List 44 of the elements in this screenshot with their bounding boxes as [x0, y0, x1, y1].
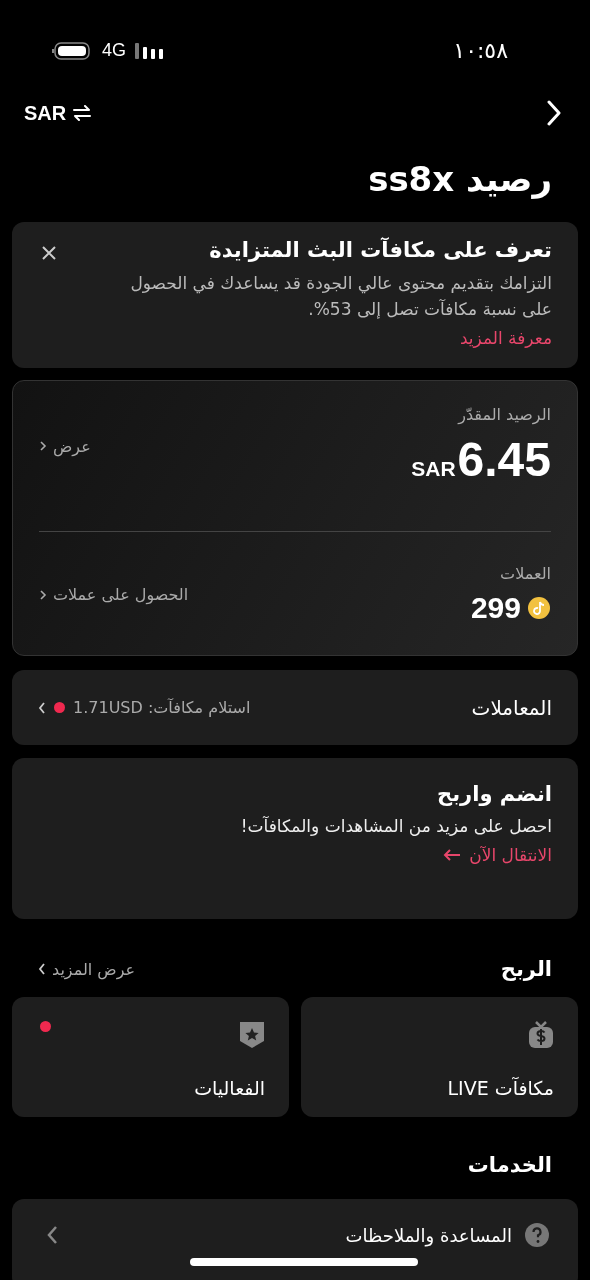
earnings-tile[interactable]: مكافآت LIVE — [301, 997, 578, 1118]
service-row[interactable]: المساعدة والملاحظات — [12, 1199, 578, 1280]
service-label: المساعدة والملاحظات — [345, 1225, 512, 1246]
coins-label: العملات — [499, 564, 551, 584]
battery-icon — [52, 41, 92, 60]
chevron-icon — [39, 440, 47, 453]
network-label: 4G — [102, 40, 126, 61]
go-now-link[interactable]: الانتقال الآن — [443, 845, 552, 866]
tile-label: الفعاليات — [193, 1077, 265, 1100]
money-bag-icon — [528, 1021, 554, 1050]
currency-label: SAR — [411, 457, 456, 482]
coins-amount: 299 — [470, 591, 521, 626]
see-more-link[interactable]: عرض المزيد — [38, 960, 136, 979]
transactions-row[interactable]: المعاملات استلام مكافآت: 1.71USD — [12, 670, 578, 746]
currency-button[interactable]: SAR — [24, 101, 67, 125]
chevron-icon — [39, 589, 47, 601]
view-link[interactable]: عرض — [39, 437, 91, 456]
section-title: الخدمات — [467, 1153, 552, 1178]
transactions-title: المعاملات — [471, 696, 552, 720]
learn-more-link[interactable]: معرفة المزيد — [459, 328, 552, 349]
join-title: انضم واربح — [436, 782, 552, 807]
page-title: رصيد ss8x — [367, 159, 552, 200]
promo-text: التزامك بتقديم محتوى عالي الجودة قد يساعدك في الحصول على نسبة مكافآت تصل إلى 53%. — [129, 271, 552, 322]
chevron-icon — [38, 702, 46, 714]
get-coins-link[interactable]: الحصول على عملات — [39, 585, 189, 605]
rewards-status: استلام مكافآت: 1.71USD — [73, 698, 251, 718]
section-title: الربح — [500, 957, 552, 982]
balance-amount: 6.45 — [457, 432, 551, 488]
arrow-icon — [443, 848, 462, 863]
balance-label: الرصيد المقدّر — [456, 405, 551, 425]
coin-icon — [527, 596, 551, 621]
clock-time: ١٠:٥٨ — [453, 38, 508, 63]
help-icon — [524, 1222, 550, 1249]
close-icon[interactable] — [42, 245, 56, 260]
join-text: احصل على مزيد من المشاهدات والمكافآت! — [239, 815, 552, 839]
star-badge-icon — [239, 1021, 265, 1050]
tile-label: مكافآت LIVE — [446, 1077, 554, 1100]
swap-icon[interactable] — [72, 105, 93, 121]
promo-title: تعرف على مكافآت البث المتزايدة — [208, 237, 552, 262]
chevron-icon — [46, 1225, 58, 1246]
signal-icon — [134, 42, 164, 59]
back-icon[interactable] — [546, 100, 562, 126]
earnings-tile[interactable]: الفعاليات — [12, 997, 289, 1118]
chevron-icon — [38, 963, 46, 976]
